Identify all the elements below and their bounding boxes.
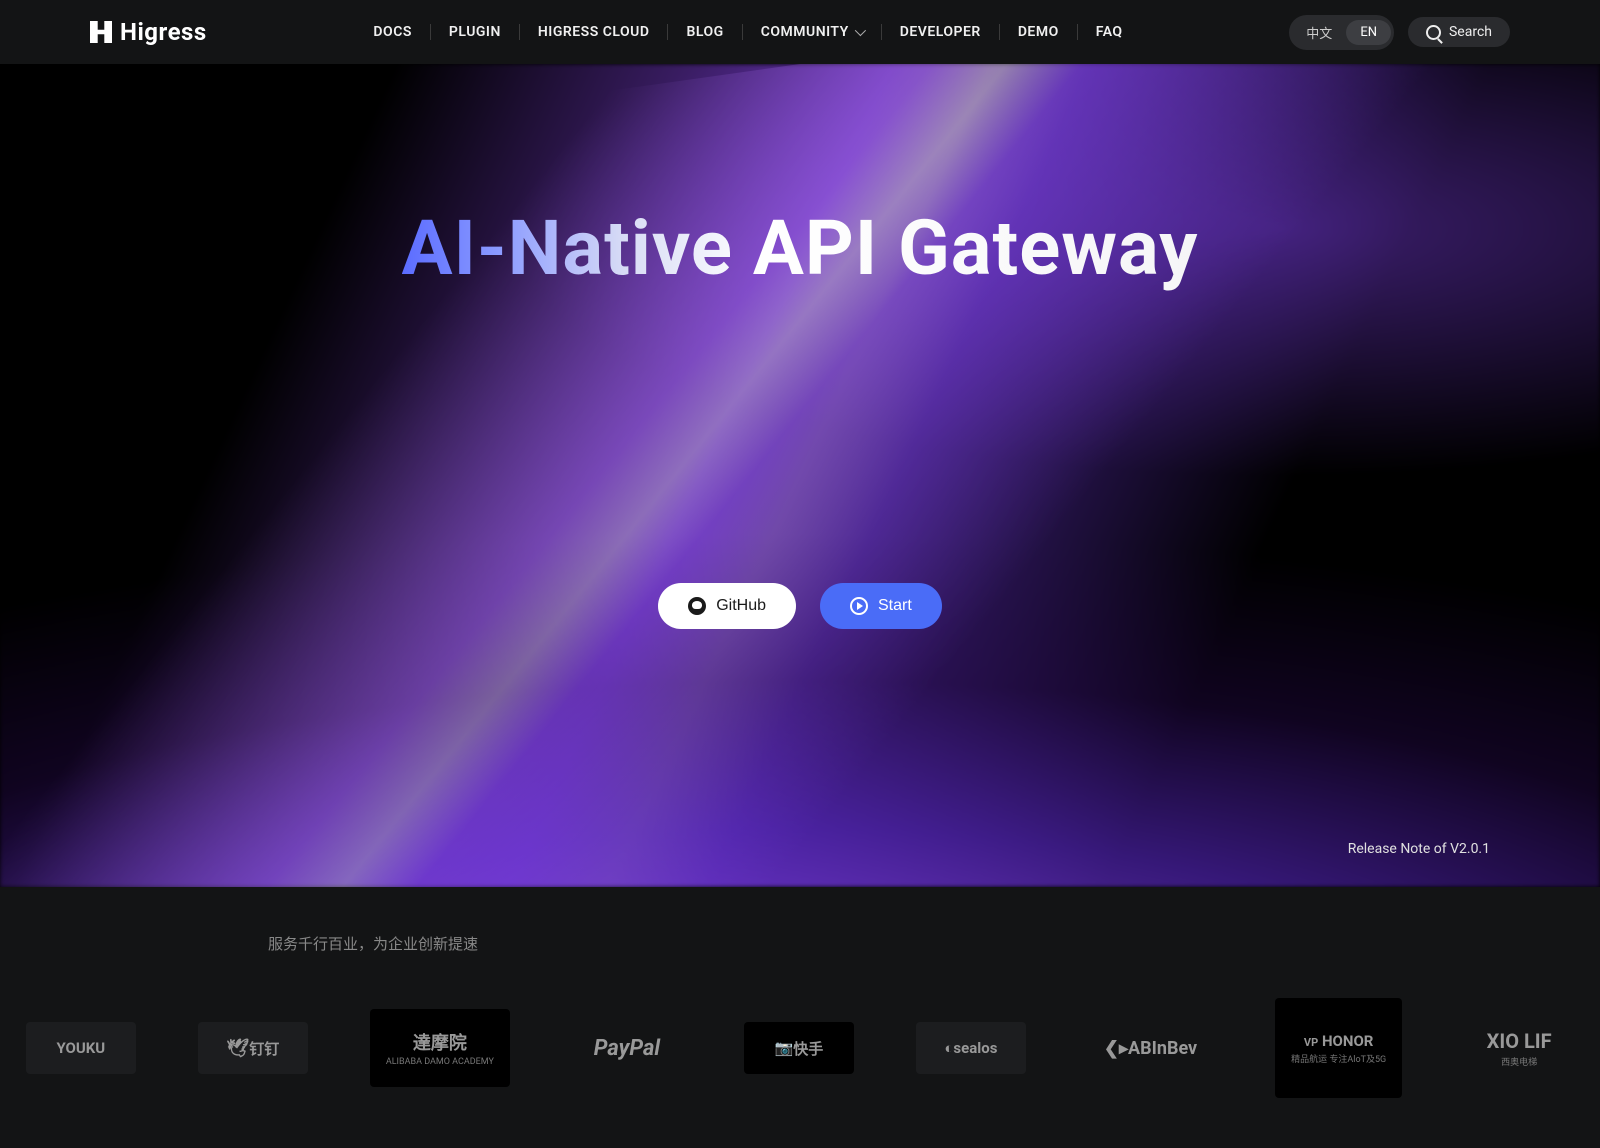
play-icon <box>850 597 868 615</box>
search-button[interactable]: Search <box>1408 17 1510 47</box>
github-icon <box>688 597 706 615</box>
release-note-link[interactable]: Release Note of V2.0.1 <box>1348 841 1490 857</box>
partner-logo-dingtalk: 🕊 钉钉 <box>198 1022 308 1074</box>
partner-logo-sealos: ◐ sealos <box>916 1022 1026 1074</box>
header: Higress DOCS PLUGIN HIGRESS CLOUD BLOG C… <box>0 0 1600 64</box>
header-right: 中文 EN Search <box>1289 15 1510 50</box>
partner-logo-youku: YOUKU <box>26 1022 136 1074</box>
search-label: Search <box>1449 24 1492 40</box>
partners-section: 服务千行百业，为企业创新提速 YOUKU 🕊 钉钉 達摩院 ALIBABA DA… <box>0 887 1600 1148</box>
nav-faq[interactable]: FAQ <box>1078 24 1141 40</box>
chevron-down-icon <box>855 25 866 36</box>
hero-title: AI-Native API Gateway <box>402 203 1199 293</box>
nav-demo[interactable]: DEMO <box>1000 24 1078 40</box>
partner-logo-damo: 達摩院 ALIBABA DAMO ACADEMY <box>370 1009 510 1087</box>
nav-docs[interactable]: DOCS <box>355 24 430 40</box>
partner-logo-kuaishou: 📷 快手 <box>744 1022 854 1074</box>
partners-title: 服务千行百业，为企业创新提速 <box>0 933 1600 954</box>
hero-section: AI-Native API Gateway GitHub Start Relea… <box>0 64 1600 887</box>
logo-icon <box>90 21 112 43</box>
start-label: Start <box>878 597 912 615</box>
partner-logo-honor: VP HONOR 精品航运 专注AloT及5G <box>1275 998 1402 1098</box>
nav-community-label: COMMUNITY <box>761 24 849 40</box>
partner-logo-paypal: PayPal <box>572 1022 682 1074</box>
partner-logo-abinbev: ❮▸ ABInBev <box>1088 1022 1213 1074</box>
start-button[interactable]: Start <box>820 583 942 629</box>
partner-logo-xiolife: XIO LIF 西奥电梯 <box>1464 1009 1574 1087</box>
github-button[interactable]: GitHub <box>658 583 796 629</box>
nav-developer[interactable]: DEVELOPER <box>882 24 1000 40</box>
hero-content: AI-Native API Gateway GitHub Start <box>0 64 1600 887</box>
main-nav: DOCS PLUGIN HIGRESS CLOUD BLOG COMMUNITY… <box>355 24 1140 40</box>
brand-name: Higress <box>120 18 207 46</box>
lang-en-button[interactable]: EN <box>1346 20 1391 45</box>
github-label: GitHub <box>716 597 766 615</box>
hero-buttons: GitHub Start <box>658 583 942 629</box>
language-toggle: 中文 EN <box>1289 15 1394 50</box>
lang-zh-button[interactable]: 中文 <box>1292 18 1346 47</box>
nav-community[interactable]: COMMUNITY <box>743 24 882 40</box>
search-icon <box>1426 25 1441 40</box>
partners-row: YOUKU 🕊 钉钉 達摩院 ALIBABA DAMO ACADEMY PayP… <box>0 998 1600 1098</box>
nav-higress-cloud[interactable]: HIGRESS CLOUD <box>520 24 669 40</box>
logo[interactable]: Higress <box>90 18 207 46</box>
nav-plugin[interactable]: PLUGIN <box>431 24 520 40</box>
nav-blog[interactable]: BLOG <box>668 24 742 40</box>
